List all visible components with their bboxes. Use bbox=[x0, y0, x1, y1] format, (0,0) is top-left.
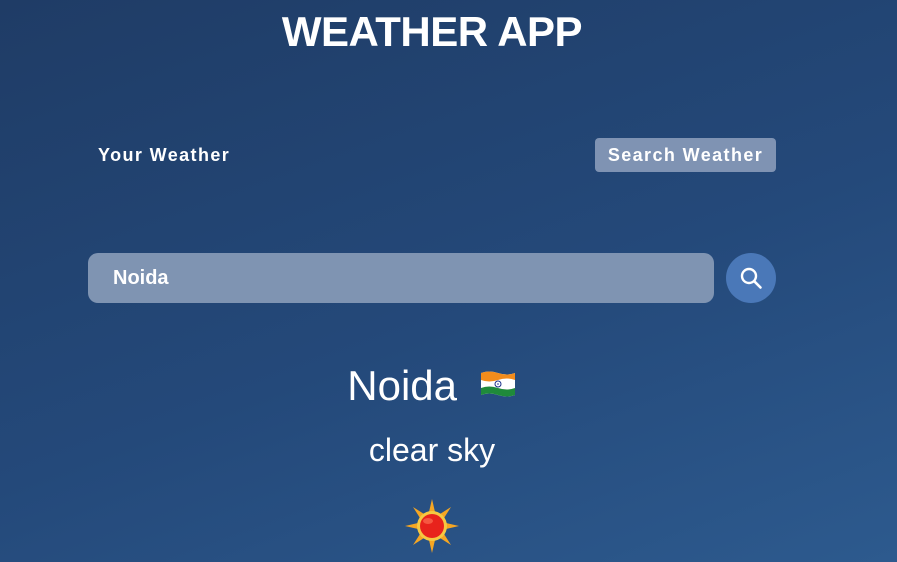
search-button[interactable] bbox=[726, 253, 776, 303]
weather-description: clear sky bbox=[368, 432, 496, 468]
app-title: WEATHER APP bbox=[281, 8, 583, 55]
search-icon bbox=[740, 267, 762, 289]
india-flag-icon bbox=[479, 361, 517, 409]
search-input[interactable] bbox=[88, 253, 714, 303]
sun-icon bbox=[404, 498, 460, 554]
tab-search-weather[interactable]: Search Weather bbox=[595, 138, 776, 172]
tab-your-weather[interactable]: Your Weather bbox=[98, 142, 230, 168]
city-name: Noida bbox=[347, 362, 458, 409]
city-heading: Noida bbox=[0, 362, 864, 413]
